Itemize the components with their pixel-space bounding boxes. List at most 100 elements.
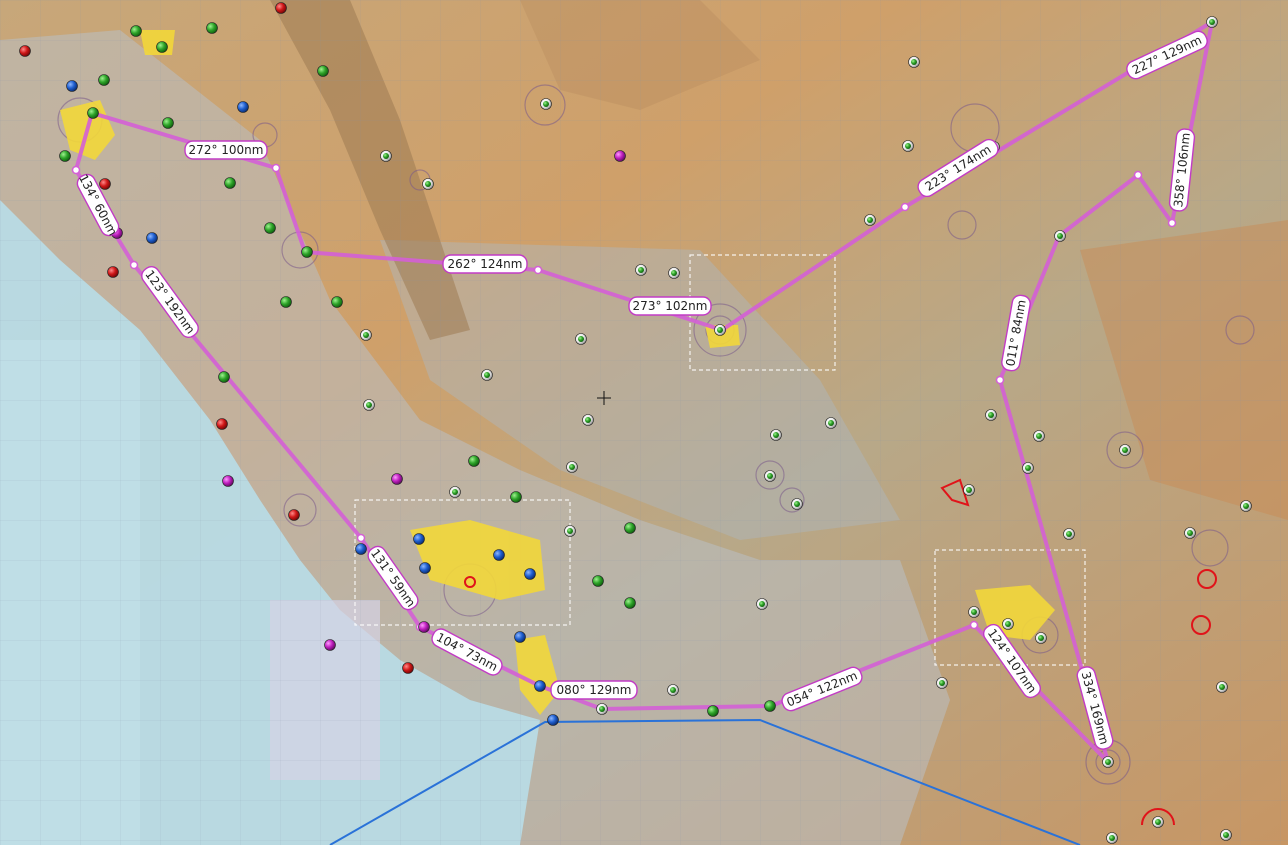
blue-airport-icon[interactable] — [355, 543, 367, 555]
waypoint-dot[interactable] — [900, 202, 910, 212]
white-green-airport-icon[interactable] — [902, 140, 914, 152]
green-airport-icon[interactable] — [624, 597, 636, 609]
white-green-airport-icon[interactable] — [1022, 462, 1034, 474]
white-green-airport-icon[interactable] — [449, 486, 461, 498]
white-green-airport-icon[interactable] — [1184, 527, 1196, 539]
white-green-airport-icon[interactable] — [764, 470, 776, 482]
waypoint-dot[interactable] — [1167, 218, 1177, 228]
waypoint-dot[interactable] — [1133, 170, 1143, 180]
green-airport-icon[interactable] — [264, 222, 276, 234]
white-green-airport-icon[interactable] — [1119, 444, 1131, 456]
blue-airport-icon[interactable] — [237, 101, 249, 113]
white-green-airport-icon[interactable] — [363, 399, 375, 411]
white-green-airport-icon[interactable] — [1035, 632, 1047, 644]
green-airport-icon[interactable] — [331, 296, 343, 308]
white-green-airport-icon[interactable] — [422, 178, 434, 190]
white-green-airport-icon[interactable] — [936, 677, 948, 689]
green-airport-icon[interactable] — [156, 41, 168, 53]
white-green-airport-icon[interactable] — [770, 429, 782, 441]
green-airport-icon[interactable] — [468, 455, 480, 467]
route-leg-label[interactable]: 080° 129nm — [550, 680, 638, 700]
white-green-airport-icon[interactable] — [1054, 230, 1066, 242]
route-leg-label[interactable]: 273° 102nm — [628, 296, 712, 316]
green-airport-icon[interactable] — [162, 117, 174, 129]
green-airport-icon[interactable] — [764, 700, 776, 712]
green-airport-icon[interactable] — [98, 74, 110, 86]
white-green-airport-icon[interactable] — [756, 598, 768, 610]
white-green-airport-icon[interactable] — [566, 461, 578, 473]
blue-airport-icon[interactable] — [146, 232, 158, 244]
white-green-airport-icon[interactable] — [963, 484, 975, 496]
white-green-airport-icon[interactable] — [360, 329, 372, 341]
waypoint-dot[interactable] — [71, 165, 81, 175]
white-green-airport-icon[interactable] — [635, 264, 647, 276]
blue-airport-icon[interactable] — [419, 562, 431, 574]
white-green-airport-icon[interactable] — [575, 333, 587, 345]
white-green-airport-icon[interactable] — [968, 606, 980, 618]
white-green-airport-icon[interactable] — [1102, 756, 1114, 768]
route-leg-label[interactable]: 272° 100nm — [184, 140, 268, 160]
green-airport-icon[interactable] — [218, 371, 230, 383]
white-green-airport-icon[interactable] — [791, 498, 803, 510]
white-green-airport-icon[interactable] — [1240, 500, 1252, 512]
white-green-airport-icon[interactable] — [564, 525, 576, 537]
green-airport-icon[interactable] — [592, 575, 604, 587]
white-green-airport-icon[interactable] — [908, 56, 920, 68]
white-green-airport-icon[interactable] — [1216, 681, 1228, 693]
white-green-airport-icon[interactable] — [540, 98, 552, 110]
magenta-airport-icon[interactable] — [391, 473, 403, 485]
waypoint-dot[interactable] — [271, 163, 281, 173]
waypoint-dot[interactable] — [995, 375, 1005, 385]
white-green-airport-icon[interactable] — [1063, 528, 1075, 540]
white-green-airport-icon[interactable] — [667, 684, 679, 696]
green-airport-icon[interactable] — [206, 22, 218, 34]
route-leg-label[interactable]: 262° 124nm — [442, 254, 528, 274]
white-green-airport-icon[interactable] — [1152, 816, 1164, 828]
red-airport-icon[interactable] — [216, 418, 228, 430]
white-green-airport-icon[interactable] — [481, 369, 493, 381]
green-airport-icon[interactable] — [317, 65, 329, 77]
blue-airport-icon[interactable] — [66, 80, 78, 92]
white-green-airport-icon[interactable] — [985, 409, 997, 421]
waypoint-dot[interactable] — [533, 265, 543, 275]
magenta-airport-icon[interactable] — [324, 639, 336, 651]
magenta-airport-icon[interactable] — [418, 621, 430, 633]
red-airport-icon[interactable] — [402, 662, 414, 674]
white-green-airport-icon[interactable] — [1220, 829, 1232, 841]
map-canvas[interactable]: 272° 100nm134° 60nm123° 192nm262° 124nm2… — [0, 0, 1288, 845]
sectional-chart-map[interactable]: 272° 100nm 134° 60nm 123° 192nm 262° 124nm 2… — [0, 0, 1288, 845]
white-green-airport-icon[interactable] — [825, 417, 837, 429]
white-green-airport-icon[interactable] — [1106, 832, 1118, 844]
green-airport-icon[interactable] — [224, 177, 236, 189]
blue-airport-icon[interactable] — [547, 714, 559, 726]
white-green-airport-icon[interactable] — [1206, 16, 1218, 28]
white-green-airport-icon[interactable] — [1033, 430, 1045, 442]
red-airport-icon[interactable] — [107, 266, 119, 278]
red-airport-icon[interactable] — [99, 178, 111, 190]
green-airport-icon[interactable] — [87, 107, 99, 119]
waypoint-dot[interactable] — [969, 620, 979, 630]
white-green-airport-icon[interactable] — [596, 703, 608, 715]
green-airport-icon[interactable] — [510, 491, 522, 503]
waypoint-dot[interactable] — [356, 533, 366, 543]
magenta-airport-icon[interactable] — [222, 475, 234, 487]
waypoint-dot[interactable] — [129, 260, 139, 270]
red-airport-icon[interactable] — [275, 2, 287, 14]
green-airport-icon[interactable] — [624, 522, 636, 534]
blue-airport-icon[interactable] — [524, 568, 536, 580]
green-airport-icon[interactable] — [130, 25, 142, 37]
red-airport-icon[interactable] — [288, 509, 300, 521]
blue-airport-icon[interactable] — [493, 549, 505, 561]
green-airport-icon[interactable] — [59, 150, 71, 162]
blue-airport-icon[interactable] — [413, 533, 425, 545]
green-airport-icon[interactable] — [301, 246, 313, 258]
white-green-airport-icon[interactable] — [1002, 618, 1014, 630]
green-airport-icon[interactable] — [280, 296, 292, 308]
white-green-airport-icon[interactable] — [714, 324, 726, 336]
white-green-airport-icon[interactable] — [864, 214, 876, 226]
blue-airport-icon[interactable] — [534, 680, 546, 692]
white-green-airport-icon[interactable] — [582, 414, 594, 426]
magenta-airport-icon[interactable] — [614, 150, 626, 162]
red-airport-icon[interactable] — [19, 45, 31, 57]
white-green-airport-icon[interactable] — [380, 150, 392, 162]
